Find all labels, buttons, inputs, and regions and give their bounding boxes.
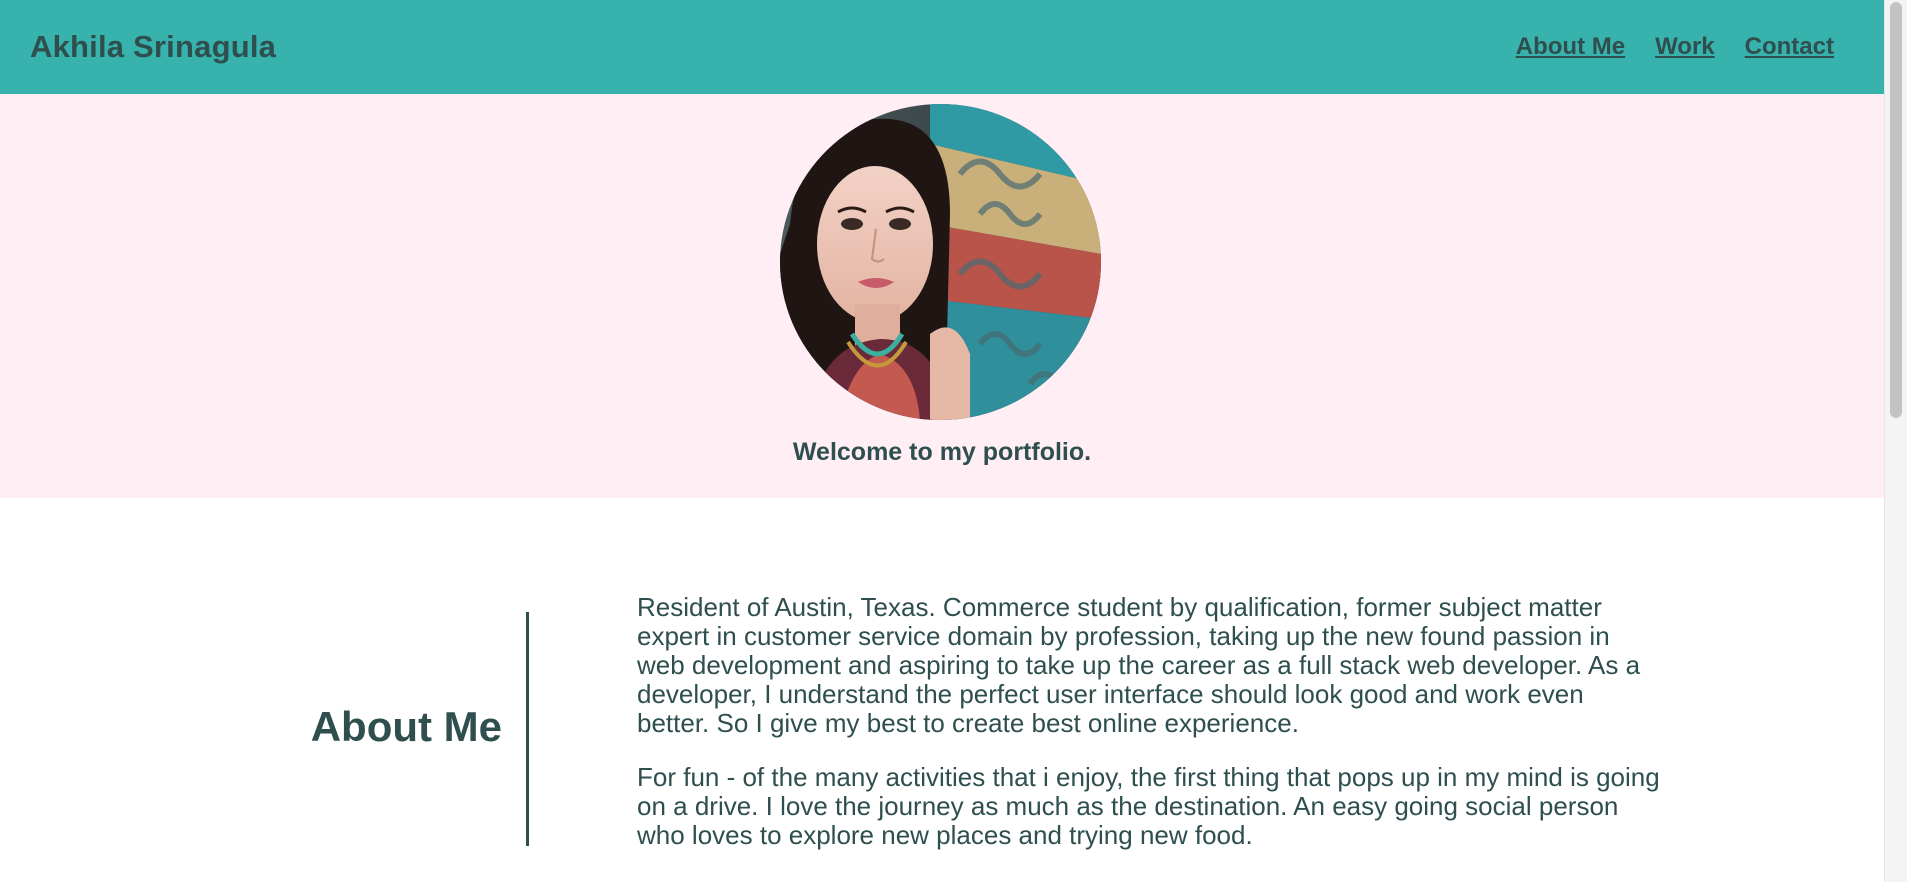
- about-section: About Me Resident of Austin, Texas. Comm…: [0, 498, 1884, 882]
- about-paragraph-1: Resident of Austin, Texas. Commerce stud…: [637, 592, 1641, 738]
- nav-link-work[interactable]: Work: [1655, 33, 1715, 61]
- nav-link-contact[interactable]: Contact: [1745, 33, 1834, 61]
- about-paragraph-2: For fun - of the many activities that i …: [637, 762, 1660, 850]
- about-text: Resident of Austin, Texas. Commerce stud…: [637, 593, 1662, 875]
- vertical-scrollbar[interactable]: [1884, 0, 1907, 882]
- site-brand[interactable]: Akhila Srinagula: [30, 29, 276, 65]
- nav-links: About Me Work Contact: [1516, 33, 1834, 61]
- about-heading: About Me: [310, 703, 502, 750]
- welcome-text: Welcome to my portfolio.: [792, 438, 1092, 466]
- page: Akhila Srinagula About Me Work Contact W…: [0, 0, 1907, 882]
- section-divider: [526, 612, 529, 846]
- top-navbar: Akhila Srinagula About Me Work Contact: [0, 0, 1884, 94]
- hero-section: Welcome to my portfolio.: [0, 94, 1884, 498]
- nav-link-about-me[interactable]: About Me: [1516, 33, 1625, 61]
- scrollbar-thumb[interactable]: [1890, 2, 1902, 418]
- profile-photo: [780, 104, 1101, 420]
- profile-photo-illustration: [780, 104, 1101, 420]
